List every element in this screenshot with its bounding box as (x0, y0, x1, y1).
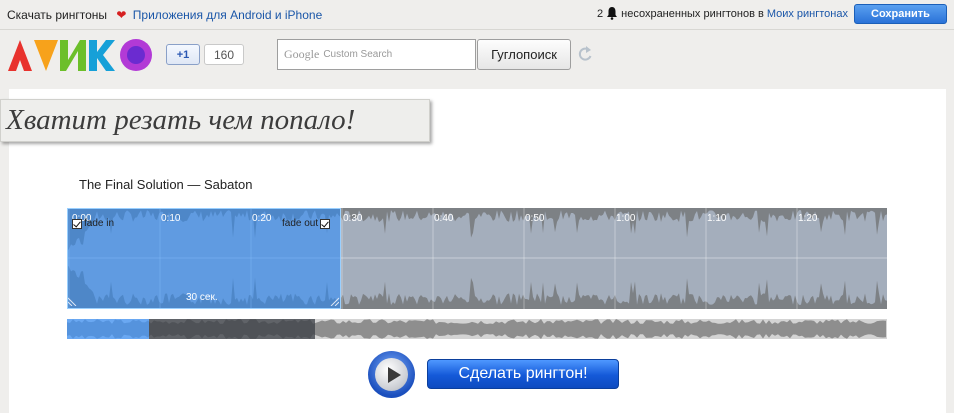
unsaved-count: 2 (597, 8, 604, 20)
unsaved-text: несохраненных рингтонов в (621, 8, 764, 20)
fade-in-label: fade in (84, 218, 115, 229)
time-tick: 1:10 (707, 213, 727, 224)
top-bar: Скачать рингтоны ❤ Приложения для Androi… (0, 0, 954, 30)
search-button[interactable]: Гуглопоиск (477, 39, 571, 70)
overview-selection (67, 319, 149, 339)
time-tick: 0:40 (434, 213, 454, 224)
resize-handle-left[interactable] (68, 296, 78, 306)
time-tick: 0:30 (343, 213, 363, 224)
time-tick: 1:20 (798, 213, 818, 224)
resize-handle-right[interactable] (329, 296, 339, 306)
fade-out-toggle[interactable]: fade out (282, 218, 331, 229)
apps-link[interactable]: Приложения для Android и iPhone (133, 8, 322, 22)
time-tick: 0:10 (161, 213, 181, 224)
my-ringtones-link[interactable]: Моих рингтонах (767, 8, 848, 20)
overview-viewport[interactable] (149, 319, 315, 339)
fade-in-checkbox[interactable] (72, 218, 82, 229)
heart-icon: ❤ (116, 8, 127, 22)
banner-text: Хватит резать чем попало! (6, 104, 356, 136)
overview-strip[interactable] (67, 319, 887, 339)
overview-waveform (67, 319, 886, 339)
time-tick: 0:20 (252, 213, 272, 224)
refresh-icon[interactable] (578, 44, 594, 64)
search-brand: Google (284, 47, 320, 61)
play-button[interactable] (368, 351, 415, 398)
banner: Хватит резать чем попало! (0, 99, 430, 142)
bell-icon (607, 7, 618, 20)
logo[interactable] (6, 38, 157, 72)
gplus-count: 160 (204, 44, 244, 65)
time-tick: 1:00 (616, 213, 636, 224)
time-tick: 0:50 (525, 213, 545, 224)
search-placeholder: Custom Search (323, 49, 393, 60)
make-ringtone-button[interactable]: Сделать рингтон! (427, 359, 619, 389)
selection-duration: 30 сек. (186, 292, 218, 303)
save-button[interactable]: Сохранить (854, 4, 947, 24)
fade-in-toggle[interactable]: fade in (72, 218, 114, 229)
track-title: The Final Solution — Sabaton (79, 177, 253, 192)
search-input[interactable]: Google Custom Search (277, 39, 476, 70)
play-icon (375, 358, 408, 391)
fade-out-checkbox[interactable] (320, 218, 331, 229)
top-links: Скачать рингтоны ❤ Приложения для Androi… (7, 8, 322, 22)
unsaved-status: 2 несохраненных рингтонов в Моих рингтон… (597, 4, 947, 24)
gplus-button[interactable]: +1 (166, 44, 200, 65)
fade-out-label: fade out (282, 218, 319, 229)
download-ringtones-label[interactable]: Скачать рингтоны (7, 8, 107, 22)
